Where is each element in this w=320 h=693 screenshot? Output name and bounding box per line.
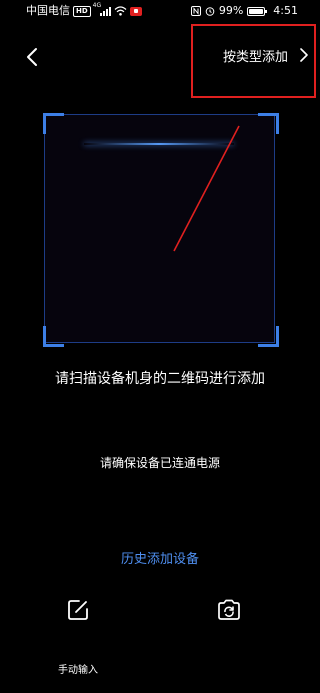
annotation-arrow <box>173 125 240 252</box>
hd-icon: HD <box>73 5 91 17</box>
power-hint-text: 请确保设备已连通电源 <box>99 456 220 470</box>
scan-corner-bottom-left <box>43 326 64 347</box>
status-left: 中国电信 HD 4G <box>26 0 142 22</box>
signal-icon: 4G <box>92 2 111 16</box>
scan-corner-top-left <box>43 113 64 134</box>
edit-icon[interactable] <box>66 598 90 622</box>
carrier-label: 中国电信 <box>26 4 70 17</box>
scan-hint-text: 请扫描设备机身的二维码进行添加 <box>55 371 265 387</box>
history-devices-link[interactable]: 历史添加设备 <box>0 548 320 567</box>
clock: 4:51 <box>273 4 298 17</box>
network-type-label: 4G <box>92 2 102 9</box>
wifi-icon <box>114 6 127 16</box>
manual-input-label[interactable]: 手动输入 <box>48 661 108 676</box>
back-button[interactable] <box>22 46 44 68</box>
status-right: 99% 4:51 <box>190 0 298 22</box>
scan-corner-top-right <box>258 113 279 134</box>
add-by-type-button[interactable]: 按类型添加 <box>223 44 308 66</box>
battery-icon <box>247 6 268 16</box>
battery-percent: 99% <box>218 4 244 17</box>
scan-corner-bottom-right <box>258 326 279 347</box>
status-bar: 中国电信 HD 4G 99% 4:51 <box>0 0 320 22</box>
alarm-icon <box>205 7 215 16</box>
camera-flip-icon[interactable] <box>216 598 242 622</box>
recording-icon <box>129 6 142 16</box>
chevron-right-icon <box>300 48 308 62</box>
add-by-type-label: 按类型添加 <box>222 49 288 65</box>
nfc-icon <box>190 6 201 16</box>
